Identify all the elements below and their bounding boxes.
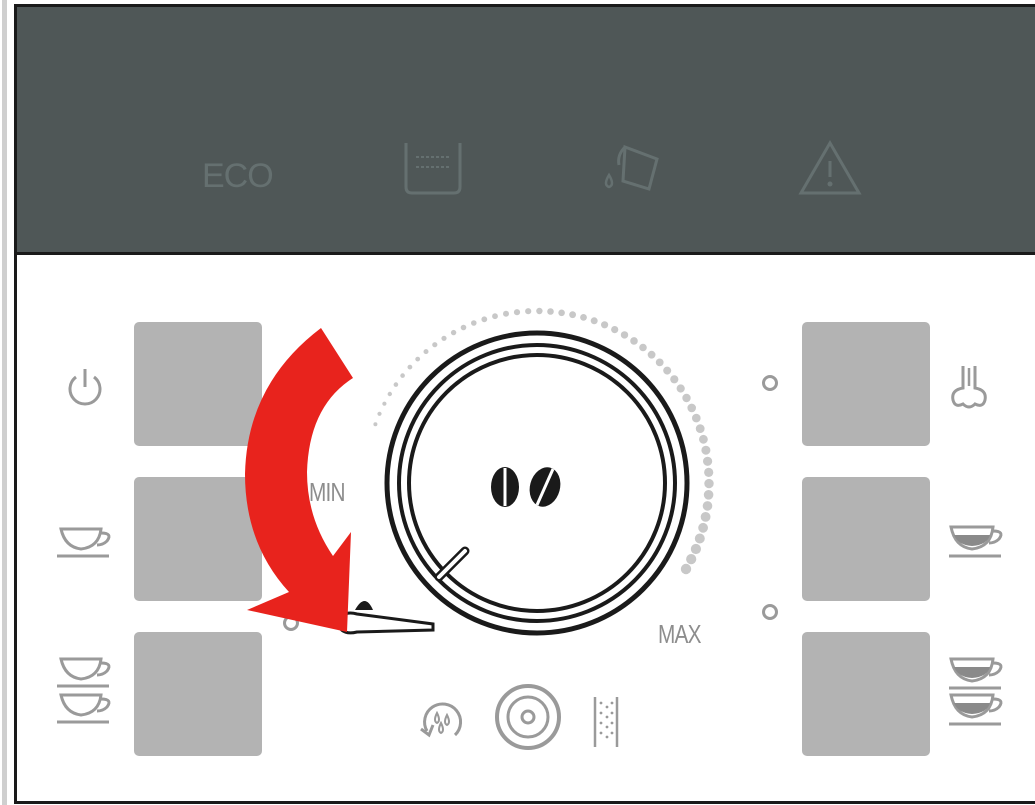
scale-dot: [558, 309, 565, 317]
scale-dot: [382, 401, 387, 406]
strong-led: [762, 604, 778, 620]
scale-dot: [373, 422, 378, 427]
scale-dot: [700, 512, 711, 522]
scale-dot: [460, 324, 467, 331]
scale-dot: [387, 391, 392, 397]
scale-dot: [580, 314, 587, 321]
rotate-direction-arrow: [245, 328, 353, 632]
scale-dot: [503, 310, 509, 317]
page-edge: [2, 0, 7, 805]
single-cup-strong-button[interactable]: [802, 477, 930, 601]
scale-dot: [620, 331, 629, 339]
scale-dot: [695, 424, 705, 433]
scale-dot: [694, 533, 705, 544]
scale-dot: [450, 329, 457, 336]
scale-dot: [547, 308, 554, 315]
hot-water-icon: [593, 697, 619, 747]
scale-dot: [441, 335, 447, 341]
scale-dot: [690, 543, 701, 555]
steam-led: [762, 375, 778, 391]
scale-dot: [703, 456, 713, 466]
scale-dot: [699, 434, 708, 444]
scale-dot: [415, 356, 421, 362]
scale-dot: [676, 384, 685, 393]
scale-dot: [590, 317, 598, 325]
scale-dot: [686, 554, 697, 565]
scale-dot: [407, 364, 413, 370]
scale-dot: [670, 375, 679, 384]
coffee-beans-icon: [491, 467, 561, 507]
scale-dot: [601, 321, 609, 329]
scale-dot: [647, 350, 656, 359]
scale-dot: [692, 413, 701, 423]
scale-dot: [569, 311, 576, 319]
scale-dot: [400, 373, 405, 378]
scale-dot: [704, 467, 714, 477]
scale-dot: [663, 366, 672, 375]
selector-knob-icon[interactable]: [493, 682, 563, 752]
scale-dot: [393, 382, 399, 387]
scale-dot: [611, 326, 619, 334]
control-panel: ECO MIN MAX: [14, 4, 1035, 804]
warning-icon: [798, 140, 862, 195]
steam-icon: [951, 366, 987, 409]
grounds-container-icon: [604, 144, 659, 191]
single-cup-strong-icon: [949, 525, 1003, 558]
scale-dot: [701, 445, 711, 455]
scale-dot: [481, 316, 488, 323]
scale-dot: [432, 342, 438, 348]
steam-button[interactable]: [802, 322, 930, 446]
coffee-machine-control-panel: ECO MIN MAX: [0, 0, 1035, 805]
scale-dot: [536, 307, 543, 315]
eco-indicator: ECO: [202, 157, 274, 195]
scale-dot: [377, 411, 382, 416]
status-display: ECO: [17, 7, 1035, 255]
scale-dot: [687, 403, 696, 413]
double-cup-strong-button[interactable]: [802, 632, 930, 756]
max-label: MAX: [658, 619, 701, 649]
scale-dot: [639, 343, 647, 352]
power-icon: [68, 369, 102, 406]
double-cup-button[interactable]: [134, 632, 262, 756]
scale-dot: [680, 563, 692, 575]
double-cup-icon: [57, 657, 111, 724]
scale-dot: [525, 308, 532, 315]
scale-dot: [704, 478, 714, 489]
scale-dot: [492, 313, 498, 320]
scale-dot: [703, 490, 714, 500]
scale-dot: [630, 337, 638, 345]
scale-dot: [513, 309, 521, 316]
scale-dot: [682, 393, 691, 403]
single-cup-icon: [57, 527, 111, 558]
double-cup-strong-icon: [949, 657, 1003, 726]
rinse-icon: [420, 702, 463, 738]
scale-dot: [702, 501, 713, 511]
scale-dot: [655, 358, 664, 367]
scale-dot: [423, 349, 429, 355]
scale-dot: [698, 522, 708, 533]
scale-dot: [471, 320, 477, 326]
water-tank-icon: [404, 143, 462, 195]
